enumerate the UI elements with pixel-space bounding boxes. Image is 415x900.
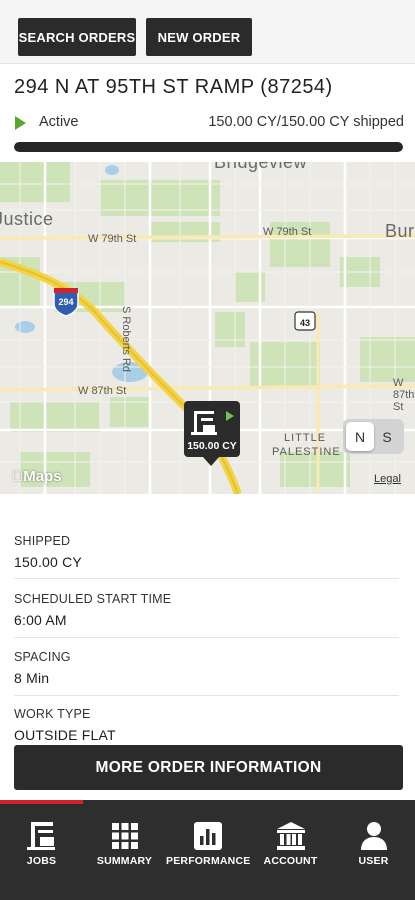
order-title: 294 N AT 95TH ST RAMP (87254) <box>14 76 333 98</box>
map-street-label: W 79th St <box>263 226 312 238</box>
nav-label: JOBS <box>26 855 57 867</box>
detail-value: 8 Min <box>14 670 50 686</box>
top-bar: SEARCH ORDERS NEW ORDER <box>0 0 415 64</box>
divider <box>14 578 399 579</box>
map-place-label: LITTLE <box>284 432 327 444</box>
detail-spacing: SPACING 8 Min <box>14 650 399 686</box>
shipped-progress-bar <box>14 142 403 152</box>
detail-label: WORK TYPE <box>14 707 91 721</box>
divider <box>14 637 399 638</box>
detail-work-type: WORK TYPE OUTSIDE FLAT <box>14 707 399 743</box>
map-street-label: W 79th St <box>88 233 137 245</box>
user-icon <box>361 822 387 850</box>
detail-value: 150.00 CY <box>14 554 82 570</box>
detail-label: SHIPPED <box>14 534 71 548</box>
marker-quantity: 150.00 CY <box>187 440 237 452</box>
south-toggle-button[interactable]: S <box>373 422 401 451</box>
map-place-label: PALESTINE <box>272 446 341 458</box>
shipped-progress-fill <box>14 142 403 152</box>
apple-logo-icon:  <box>12 468 23 485</box>
grid-icon <box>112 823 138 849</box>
crane-icon <box>191 411 217 435</box>
divider <box>14 695 399 696</box>
map-street-label: S Roberts Rd <box>120 306 132 373</box>
bar-chart-icon <box>194 822 222 850</box>
nav-item-account[interactable]: ACCOUNT <box>249 800 332 900</box>
map-street-label: W 87th St <box>78 385 127 397</box>
map-place-label: Bridgeview <box>214 162 308 172</box>
status-text: Active <box>39 114 79 130</box>
map-street-label: W 87th St <box>393 377 415 413</box>
detail-scheduled-start: SCHEDULED START TIME 6:00 AM <box>14 592 399 628</box>
map-place-label: Justice <box>0 209 54 229</box>
nav-item-user[interactable]: USER <box>332 800 415 900</box>
nav-label: ACCOUNT <box>263 855 318 867</box>
svg-text:294: 294 <box>58 297 73 307</box>
search-orders-button[interactable]: SEARCH ORDERS <box>18 18 136 56</box>
detail-shipped: SHIPPED 150.00 CY <box>14 534 399 570</box>
play-icon <box>15 116 26 130</box>
detail-value: 6:00 AM <box>14 612 67 628</box>
status-row: Active 150.00 CY/150.00 CY shipped <box>14 114 404 134</box>
crane-icon <box>27 822 55 850</box>
nav-item-summary[interactable]: SUMMARY <box>83 800 166 900</box>
marker-pointer <box>203 457 219 466</box>
truck-location-marker[interactable]: 150.00 CY <box>184 401 240 457</box>
new-order-button[interactable]: NEW ORDER <box>146 18 252 56</box>
bank-icon <box>277 822 305 850</box>
play-icon <box>226 411 234 421</box>
detail-label: SCHEDULED START TIME <box>14 592 172 606</box>
legal-link[interactable]: Legal <box>374 473 401 485</box>
map-place-label: Bur <box>385 221 415 241</box>
north-toggle-button[interactable]: N <box>346 422 374 451</box>
nav-label: PERFORMANCE <box>166 855 251 867</box>
maps-brand-text: Maps <box>12 468 61 485</box>
bottom-nav: JOBS SUMMARY PERFORMANCE ACCOUNT USER <box>0 800 415 900</box>
more-order-information-button[interactable]: MORE ORDER INFORMATION <box>14 745 403 790</box>
maps-brand: Maps <box>12 468 62 485</box>
direction-toggle: N S <box>343 419 404 454</box>
nav-item-jobs[interactable]: JOBS <box>0 800 83 900</box>
svg-text:43: 43 <box>300 318 310 328</box>
nav-label: USER <box>358 855 389 867</box>
shipped-summary: 150.00 CY/150.00 CY shipped <box>208 114 404 130</box>
detail-label: SPACING <box>14 650 71 664</box>
nav-item-performance[interactable]: PERFORMANCE <box>166 800 251 900</box>
nav-label: SUMMARY <box>96 855 153 867</box>
detail-value: OUTSIDE FLAT <box>14 727 116 743</box>
